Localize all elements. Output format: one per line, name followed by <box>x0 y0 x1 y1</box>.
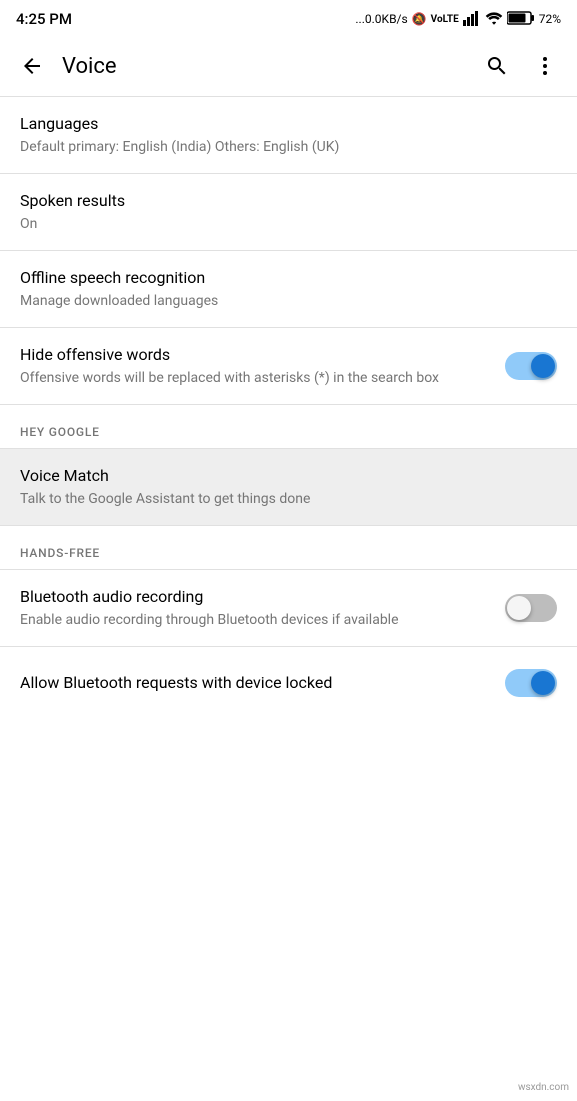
mute-icon: 🔕 <box>412 12 427 26</box>
hands-free-section-header: HANDS-FREE <box>0 526 577 569</box>
spoken-results-item[interactable]: Spoken results On <box>0 174 577 250</box>
hide-offensive-item[interactable]: Hide offensive words Offensive words wil… <box>0 328 577 404</box>
app-bar: Voice <box>0 36 577 96</box>
languages-subtitle: Default primary: English (India) Others:… <box>20 137 557 157</box>
hey-google-label: HEY GOOGLE <box>20 425 100 439</box>
bluetooth-audio-subtitle: Enable audio recording through Bluetooth… <box>20 610 489 630</box>
languages-title: Languages <box>20 113 557 135</box>
hide-offensive-subtitle: Offensive words will be replaced with as… <box>20 368 489 388</box>
network-status: ...0.0KB/s <box>355 12 407 26</box>
bluetooth-audio-title: Bluetooth audio recording <box>20 586 489 608</box>
search-button[interactable] <box>477 46 517 86</box>
more-options-button[interactable] <box>525 46 565 86</box>
spoken-results-subtitle: On <box>20 214 557 234</box>
voice-match-text: Voice Match Talk to the Google Assistant… <box>20 465 557 509</box>
bluetooth-audio-item[interactable]: Bluetooth audio recording Enable audio r… <box>0 570 577 646</box>
wifi-icon <box>485 10 503 29</box>
languages-text: Languages Default primary: English (Indi… <box>20 113 557 157</box>
bluetooth-requests-item[interactable]: Allow Bluetooth requests with device loc… <box>0 647 577 719</box>
hide-offensive-title: Hide offensive words <box>20 344 489 366</box>
battery-icon <box>507 10 535 29</box>
hey-google-section-header: HEY GOOGLE <box>0 405 577 448</box>
spoken-results-text: Spoken results On <box>20 190 557 234</box>
bluetooth-requests-toggle[interactable] <box>505 669 557 697</box>
status-bar: 4:25 PM ...0.0KB/s 🔕 VoLTE <box>0 0 577 36</box>
watermark: wsxdn.com <box>518 1082 569 1093</box>
bluetooth-requests-text: Allow Bluetooth requests with device loc… <box>20 672 489 694</box>
offline-speech-text: Offline speech recognition Manage downlo… <box>20 267 557 311</box>
status-time: 4:25 PM <box>16 10 72 28</box>
hide-offensive-toggle[interactable] <box>505 352 557 380</box>
offline-speech-subtitle: Manage downloaded languages <box>20 291 557 311</box>
languages-item[interactable]: Languages Default primary: English (Indi… <box>0 97 577 173</box>
voice-match-subtitle: Talk to the Google Assistant to get thin… <box>20 489 557 509</box>
offline-speech-item[interactable]: Offline speech recognition Manage downlo… <box>0 251 577 327</box>
signal-icon <box>463 10 481 29</box>
voice-match-title: Voice Match <box>20 465 557 487</box>
bluetooth-audio-text: Bluetooth audio recording Enable audio r… <box>20 586 489 630</box>
volte-icon: VoLTE <box>431 14 459 25</box>
status-icons: ...0.0KB/s 🔕 VoLTE 72% <box>355 10 561 29</box>
offline-speech-title: Offline speech recognition <box>20 267 557 289</box>
voice-match-item[interactable]: Voice Match Talk to the Google Assistant… <box>0 449 577 525</box>
page-title: Voice <box>52 54 477 79</box>
app-bar-actions <box>477 46 565 86</box>
bluetooth-audio-toggle[interactable] <box>505 594 557 622</box>
back-button[interactable] <box>12 46 52 86</box>
bluetooth-requests-title: Allow Bluetooth requests with device loc… <box>20 672 489 694</box>
hands-free-label: HANDS-FREE <box>20 546 100 560</box>
spoken-results-title: Spoken results <box>20 190 557 212</box>
hide-offensive-text: Hide offensive words Offensive words wil… <box>20 344 489 388</box>
battery-percent: 72% <box>539 12 561 26</box>
